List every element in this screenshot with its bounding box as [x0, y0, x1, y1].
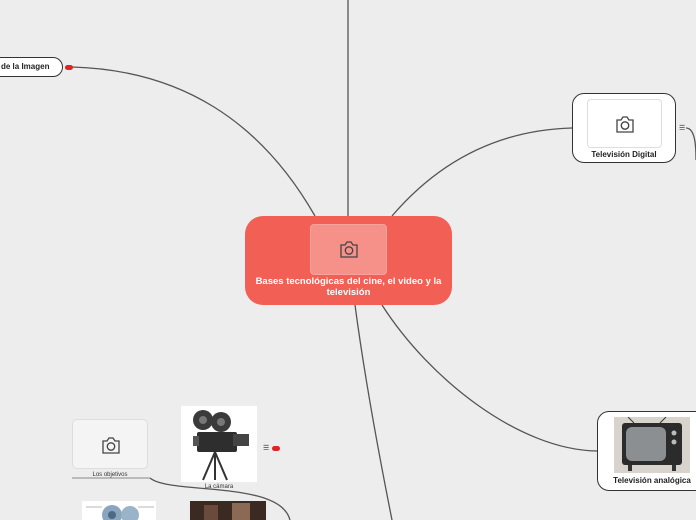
topic-imagen[interactable]: de la Imagen: [0, 57, 63, 77]
marker-camara[interactable]: [272, 446, 280, 451]
film-camera-photo[interactable]: [181, 406, 257, 482]
central-topic[interactable]: Bases tecnológicas del cine, el video y …: [245, 216, 452, 305]
tv-digital-label: Televisión Digital: [591, 150, 657, 159]
camera-icon: [616, 116, 634, 133]
link-tv-digital: [391, 127, 573, 217]
list-icon[interactable]: ☰: [679, 125, 685, 132]
central-image-placeholder: [310, 224, 387, 275]
objetivos-image-placeholder[interactable]: [72, 419, 148, 469]
camera-icon: [340, 241, 358, 258]
link-tv-analogica: [381, 304, 598, 452]
camara-label: La cámara: [204, 484, 234, 490]
tv-digital-image-placeholder: [587, 99, 662, 148]
link-imagen: [71, 66, 316, 217]
link-tv-digital-child: [685, 127, 696, 161]
list-icon[interactable]: ☰: [263, 445, 269, 452]
topic-tv-digital[interactable]: Televisión Digital: [572, 93, 676, 163]
central-title: Bases tecnológicas del cine, el video y …: [255, 276, 442, 298]
link-down: [354, 304, 393, 520]
topic-tv-analogica[interactable]: Televisión analógica: [597, 411, 696, 491]
tv-analogica-label: Televisión analógica: [613, 476, 691, 485]
lens-diagram-photo[interactable]: [82, 501, 156, 520]
objetivos-label: Los objetivos: [92, 472, 128, 478]
marker-imagen[interactable]: [65, 65, 73, 70]
tv-photo: [614, 417, 690, 473]
scene-photo[interactable]: [190, 501, 266, 520]
camera-icon: [102, 437, 120, 454]
